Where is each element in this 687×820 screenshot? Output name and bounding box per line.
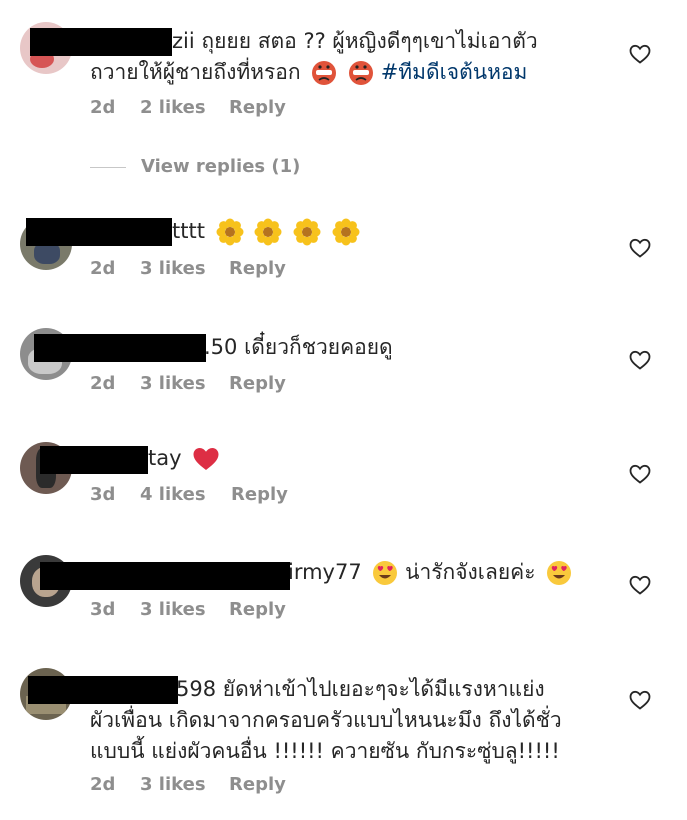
reply-button[interactable]: Reply — [229, 373, 286, 394]
comment-line: ผัวเพื่อน เกิดมาจากครอบครัวแบบไหนนะมึง ถ… — [90, 708, 562, 732]
comment-text: tttt — [172, 216, 360, 246]
comment-text: zii ถุยยย สตอ ?? ผู้หญิงดีๆๆเขาไม่เอาตัว — [172, 26, 538, 56]
sunflower-icon — [254, 218, 282, 246]
likes-count[interactable]: 3 likes — [140, 258, 206, 279]
likes-count[interactable]: 4 likes — [140, 484, 206, 505]
comment-text: .50 เดี๋ยวก็ชวยคอยดู — [204, 332, 393, 362]
comment-age: 2d — [90, 774, 116, 795]
redacted-username — [40, 446, 148, 474]
comment-line: ถุยยย สตอ ?? ผู้หญิงดีๆๆเขาไม่เอาตัว — [201, 29, 538, 53]
comment-text: ผัวเพื่อน เกิดมาจากครอบครัวแบบไหนนะมึง ถ… — [90, 705, 562, 735]
angry-face-icon — [312, 61, 337, 85]
likes-count[interactable]: 3 likes — [140, 774, 206, 795]
likes-count[interactable]: 2 likes — [140, 97, 206, 118]
username-visible[interactable]: irmy77 — [288, 560, 362, 584]
username-visible[interactable]: .50 — [204, 335, 237, 359]
sunflower-icon — [216, 218, 244, 246]
angry-face-icon — [349, 61, 373, 85]
red-heart-icon — [193, 448, 219, 470]
like-heart-icon[interactable] — [628, 688, 652, 712]
like-heart-icon[interactable] — [628, 236, 652, 260]
username-visible[interactable]: tay — [148, 446, 182, 470]
like-heart-icon[interactable] — [628, 573, 652, 597]
redacted-username — [30, 28, 172, 56]
username-visible[interactable]: zii — [172, 29, 195, 53]
reply-button[interactable]: Reply — [229, 97, 286, 118]
comment-text: 598 ยัดห่าเข้าไปเยอะๆจะได้มีแรงหาแย่ง — [176, 674, 545, 704]
view-replies-button[interactable]: View replies (1) — [141, 156, 300, 177]
comment-age: 2d — [90, 373, 116, 394]
like-heart-icon[interactable] — [628, 42, 652, 66]
view-replies-line — [90, 167, 126, 168]
username-visible[interactable]: 598 — [176, 677, 216, 701]
redacted-username — [34, 334, 206, 362]
hashtag-link[interactable]: #ทีมดีเจต้นหอม — [381, 60, 528, 84]
redacted-username — [26, 218, 172, 246]
comment-age: 3d — [90, 599, 116, 620]
reply-button[interactable]: Reply — [229, 599, 286, 620]
reply-button[interactable]: Reply — [229, 258, 286, 279]
reply-button[interactable]: Reply — [231, 484, 288, 505]
reply-button[interactable]: Reply — [229, 774, 286, 795]
comment-line: น่ารักจังเลยค่ะ — [405, 560, 536, 584]
redacted-username — [40, 562, 290, 590]
redacted-username — [28, 676, 178, 704]
sunflower-icon — [293, 218, 321, 246]
comment-line: เดี๋ยวก็ชวยคอยดู — [244, 335, 393, 359]
comment-age: 3d — [90, 484, 116, 505]
likes-count[interactable]: 3 likes — [140, 599, 206, 620]
sunflower-icon — [332, 218, 360, 246]
heart-eyes-face-icon — [373, 561, 398, 585]
comment-text: ถวายให้ผู้ชายถึงที่หรอก #ทีมดีเจต้นหอม — [90, 57, 527, 87]
comment-line: ถวายให้ผู้ชายถึงที่หรอก — [90, 60, 301, 84]
heart-eyes-face-icon — [547, 561, 572, 585]
comment-line: ยัดห่าเข้าไปเยอะๆจะได้มีแรงหาแย่ง — [222, 677, 545, 701]
comment-line: แบบนี้ แย่งผัวคนอื่น !!!!!! ควายซัน กับก… — [90, 739, 560, 763]
comment-text: tay — [148, 443, 220, 473]
comment-text: irmy77 น่ารักจังเลยค่ะ — [288, 557, 572, 587]
like-heart-icon[interactable] — [628, 348, 652, 372]
like-heart-icon[interactable] — [628, 462, 652, 486]
username-visible[interactable]: tttt — [172, 219, 205, 243]
likes-count[interactable]: 3 likes — [140, 373, 206, 394]
comment-text: แบบนี้ แย่งผัวคนอื่น !!!!!! ควายซัน กับก… — [90, 736, 560, 766]
comment-age: 2d — [90, 258, 116, 279]
comment-age: 2d — [90, 97, 116, 118]
